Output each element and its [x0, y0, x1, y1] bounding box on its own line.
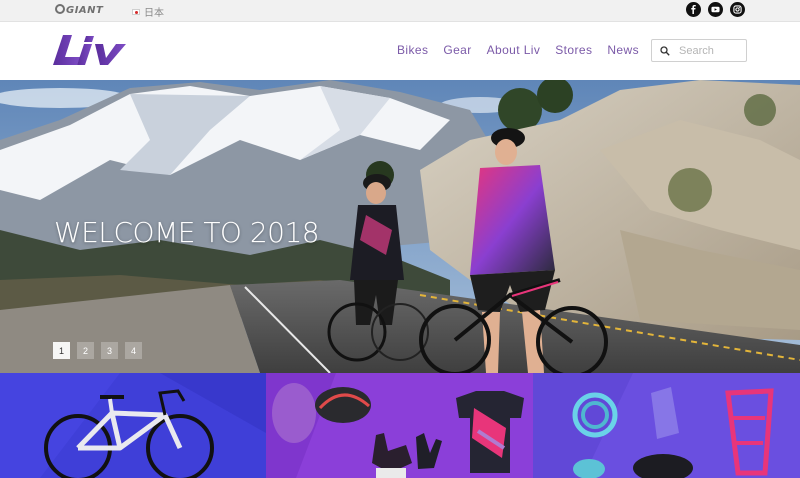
instagram-icon[interactable] [730, 2, 745, 17]
apparel-tile[interactable] [266, 373, 533, 478]
product-category-tiles [0, 373, 800, 478]
nav-stores[interactable]: Stores [555, 43, 592, 57]
apparel-image [266, 373, 533, 478]
carousel-dot-4[interactable]: 4 [125, 342, 142, 359]
liv-logo[interactable] [53, 32, 131, 73]
bike-image [0, 373, 266, 478]
main-header: Bikes Gear About Liv Stores News [0, 23, 800, 80]
hero-carousel[interactable]: WELCOME TO 2018 1 2 3 4 [0, 80, 800, 373]
search-input[interactable] [679, 44, 741, 57]
nav-bikes[interactable]: Bikes [397, 43, 428, 57]
carousel-dot-3[interactable]: 3 [101, 342, 118, 359]
search-box[interactable] [651, 39, 747, 62]
carousel-dot-2[interactable]: 2 [77, 342, 94, 359]
hero-title: WELCOME TO 2018 [54, 216, 320, 249]
facebook-icon[interactable] [686, 2, 701, 17]
accessories-tile[interactable] [533, 373, 800, 478]
nav-gear[interactable]: Gear [443, 43, 471, 57]
search-icon[interactable] [660, 45, 670, 56]
giant-logo[interactable]: GIANT [55, 4, 103, 16]
nav-news[interactable]: News [607, 43, 639, 57]
accessories-image [533, 373, 800, 478]
youtube-icon[interactable] [708, 2, 723, 17]
giant-brand-text: GIANT [66, 5, 104, 16]
giant-mark-icon [55, 4, 65, 14]
japan-flag-icon [132, 8, 140, 15]
nav-about-liv[interactable]: About Liv [487, 43, 541, 57]
top-utility-bar: GIANT 日本 [0, 0, 800, 22]
carousel-pagination: 1 2 3 4 [53, 342, 142, 359]
bikes-tile[interactable] [0, 373, 266, 478]
main-nav: Bikes Gear About Liv Stores News [397, 43, 654, 57]
region-label: 日本 [144, 8, 164, 19]
region-selector[interactable]: 日本 [132, 4, 164, 19]
carousel-dot-1[interactable]: 1 [53, 342, 70, 359]
